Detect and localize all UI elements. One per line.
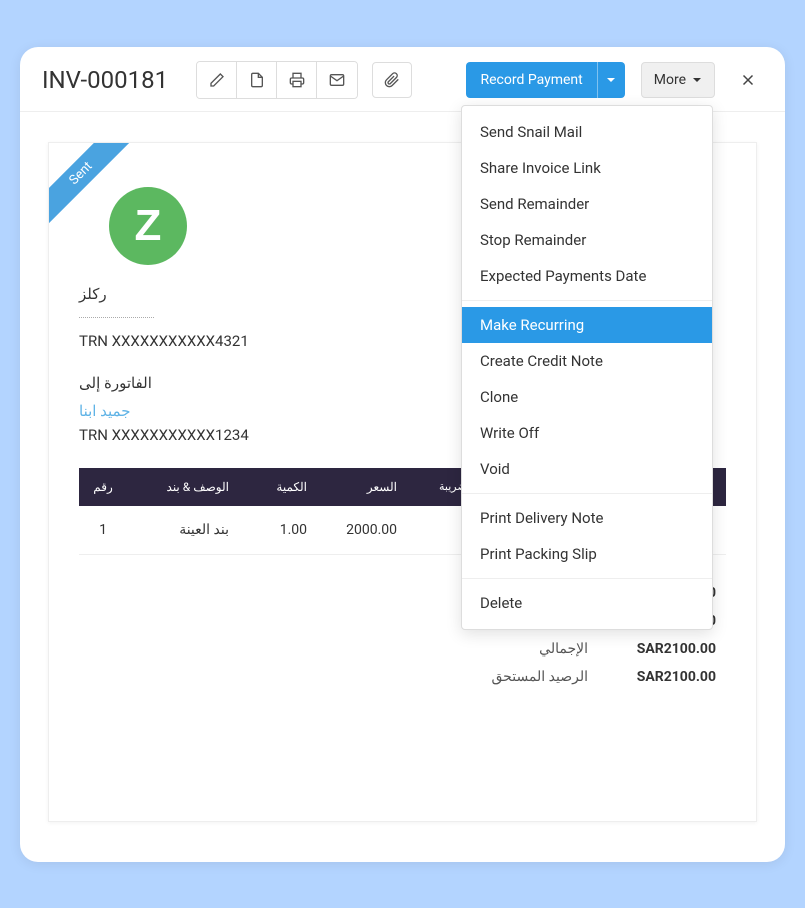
caret-down-icon [692, 75, 702, 85]
total-line: الإجمالي SAR2100.00 [426, 641, 716, 657]
pdf-icon [249, 72, 265, 88]
menu-separator [462, 493, 712, 494]
paperclip-icon [384, 72, 400, 88]
invoice-title: INV-000181 [42, 66, 168, 94]
record-payment-dropdown-toggle[interactable] [597, 62, 625, 98]
app-window: INV-000181 Record Payment [20, 47, 785, 862]
caret-down-icon [606, 75, 616, 85]
menu-separator [462, 300, 712, 301]
balance-line: الرصيد المستحق SAR2100.00 [426, 669, 716, 685]
record-payment-button[interactable]: Record Payment [466, 62, 596, 98]
menu-expected-payments-date[interactable]: Expected Payments Date [462, 258, 712, 294]
menu-write-off[interactable]: Write Off [462, 415, 712, 451]
menu-send-snail-mail[interactable]: Send Snail Mail [462, 114, 712, 150]
toolbar: INV-000181 Record Payment [20, 47, 785, 112]
menu-make-recurring[interactable]: Make Recurring [462, 307, 712, 343]
menu-print-packing-slip[interactable]: Print Packing Slip [462, 536, 712, 572]
dotted-separator [79, 317, 154, 318]
action-icon-group [196, 61, 358, 99]
th-qty: الكمية [237, 480, 307, 494]
edit-button[interactable] [197, 62, 237, 98]
td-num: 1 [79, 522, 127, 538]
th-desc: الوصف & بند [127, 480, 237, 494]
menu-print-delivery-note[interactable]: Print Delivery Note [462, 500, 712, 536]
menu-delete[interactable]: Delete [462, 585, 712, 621]
pencil-icon [209, 72, 225, 88]
td-desc: بند العينة [127, 522, 237, 538]
print-icon [289, 72, 305, 88]
menu-share-invoice-link[interactable]: Share Invoice Link [462, 150, 712, 186]
balance-label: الرصيد المستحق [426, 669, 606, 685]
menu-separator [462, 578, 712, 579]
more-label: More [654, 72, 686, 88]
menu-void[interactable]: Void [462, 451, 712, 487]
more-dropdown-menu: Send Snail Mail Share Invoice Link Send … [461, 105, 713, 630]
menu-send-remainder[interactable]: Send Remainder [462, 186, 712, 222]
company-logo: Z [109, 187, 187, 265]
pdf-button[interactable] [237, 62, 277, 98]
attachment-button[interactable] [372, 62, 412, 98]
td-rate: 2000.00 [307, 522, 397, 538]
email-button[interactable] [317, 62, 357, 98]
th-rate: السعر [307, 480, 397, 494]
close-icon [739, 71, 757, 89]
total-value: SAR2100.00 [606, 641, 716, 657]
print-button[interactable] [277, 62, 317, 98]
menu-clone[interactable]: Clone [462, 379, 712, 415]
mail-icon [329, 72, 345, 88]
menu-stop-remainder[interactable]: Stop Remainder [462, 222, 712, 258]
td-qty: 1.00 [237, 522, 307, 538]
th-num: رقم [79, 480, 127, 494]
menu-create-credit-note[interactable]: Create Credit Note [462, 343, 712, 379]
balance-value: SAR2100.00 [606, 669, 716, 685]
close-button[interactable] [733, 65, 763, 95]
more-button[interactable]: More [641, 62, 715, 98]
total-label: الإجمالي [426, 641, 606, 657]
